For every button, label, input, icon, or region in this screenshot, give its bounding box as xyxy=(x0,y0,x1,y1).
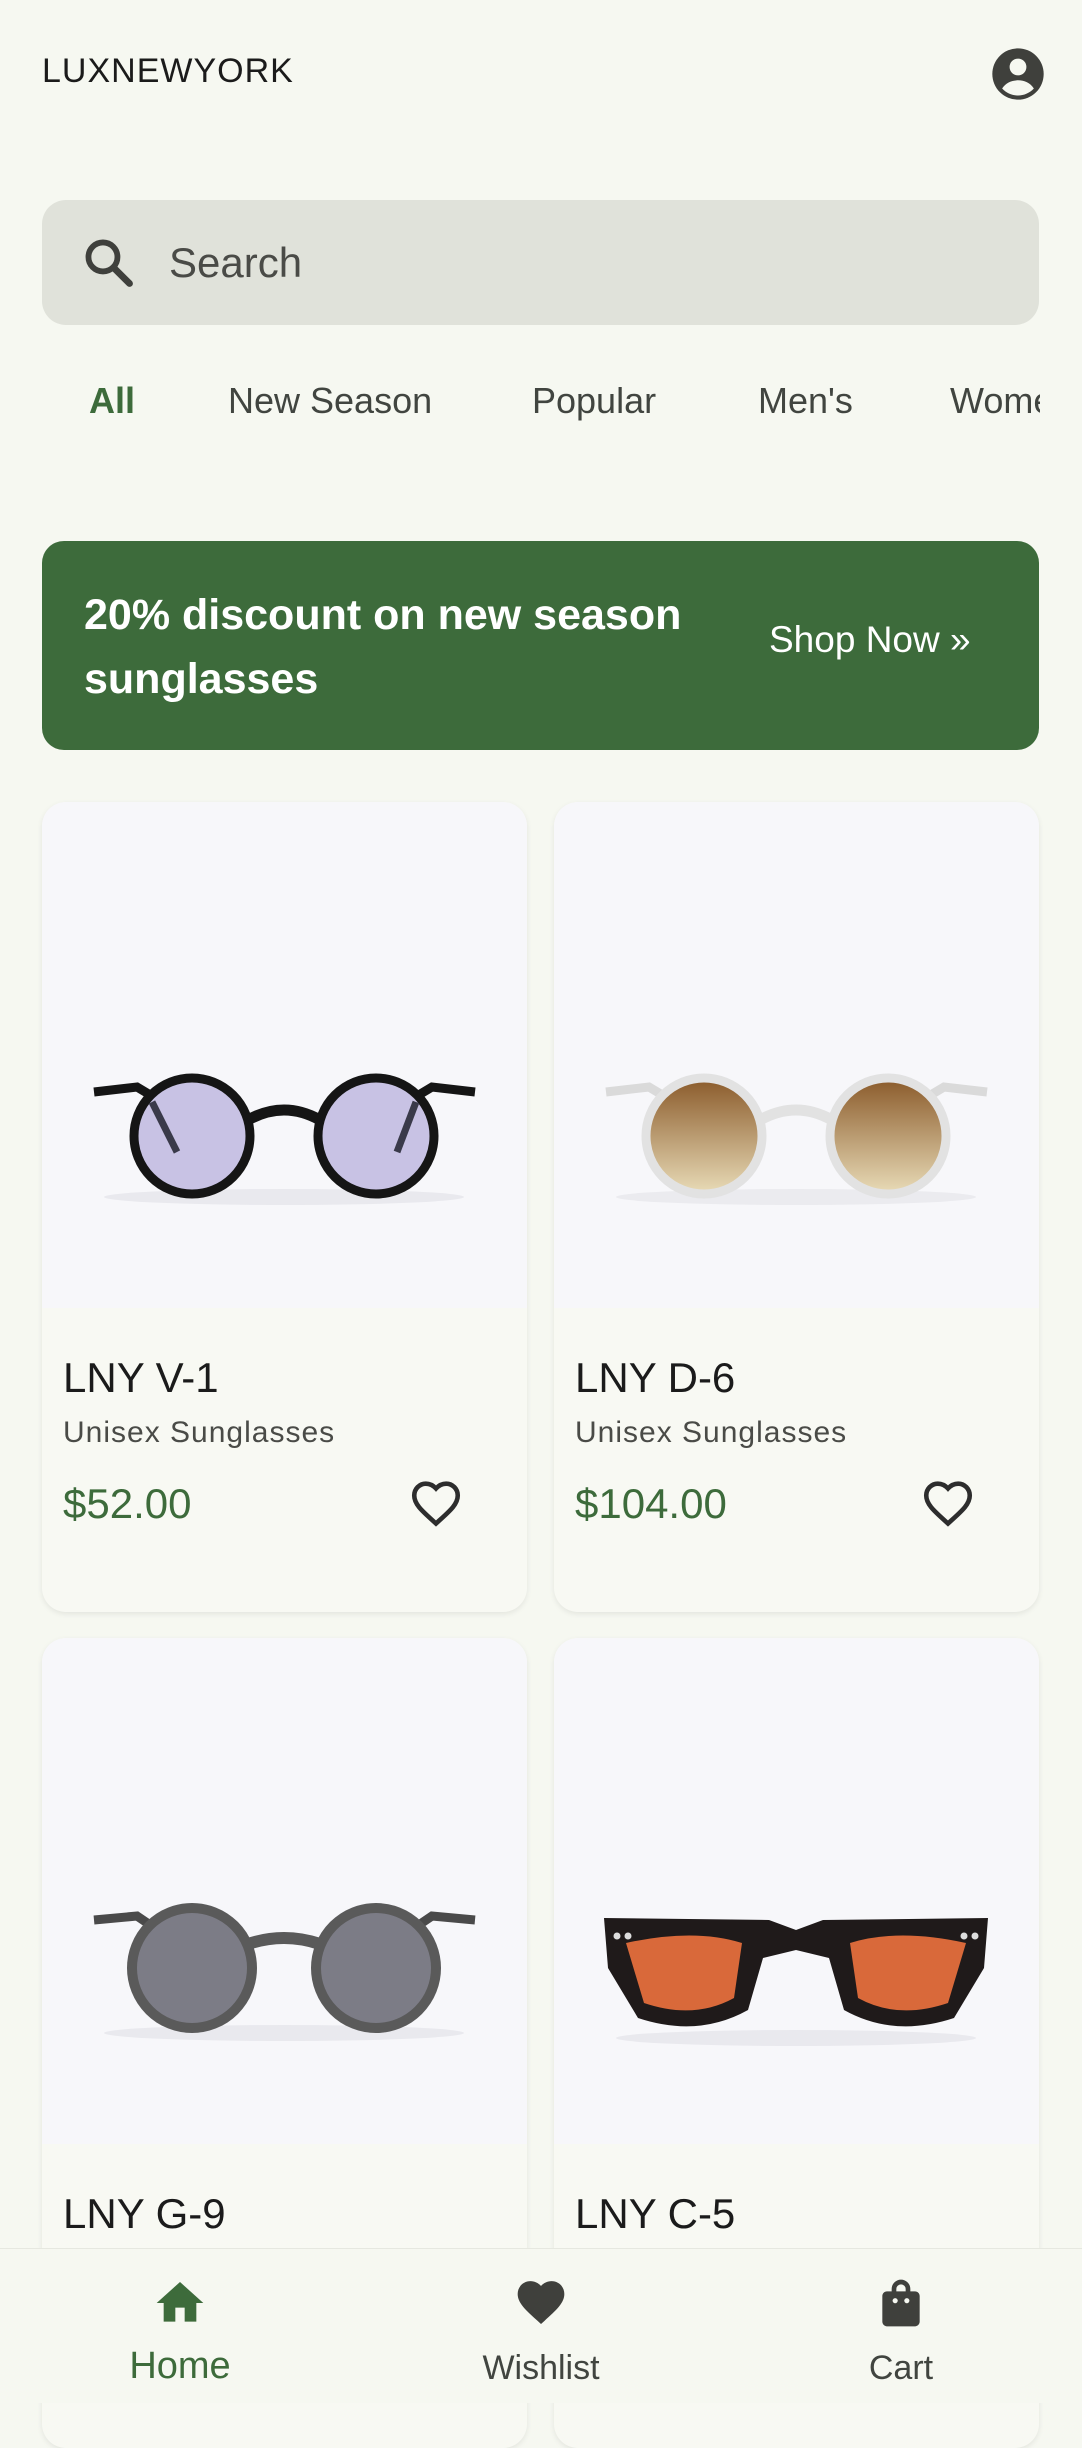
tab-all[interactable]: All xyxy=(89,380,135,422)
product-name: LNY G-9 xyxy=(63,2190,226,2237)
tab-new-season[interactable]: New Season xyxy=(228,380,432,422)
product-name: LNY C-5 xyxy=(575,2190,736,2237)
tab-mens[interactable]: Men's xyxy=(758,380,853,422)
product-subtitle: Unisex Sunglasses xyxy=(63,1416,336,1449)
product-price: $52.00 xyxy=(63,1480,192,1527)
account-icon[interactable] xyxy=(990,46,1046,102)
promo-banner[interactable]: 20% discount on new season sunglasses Sh… xyxy=(42,541,1039,750)
nav-home[interactable]: Home xyxy=(0,2249,360,2403)
heart-outline-icon[interactable] xyxy=(919,1474,977,1532)
search-icon xyxy=(85,239,133,287)
top-app-bar: LUXNEWYORK xyxy=(0,0,1082,150)
search-input[interactable] xyxy=(167,230,991,296)
sunglasses-image xyxy=(604,1918,988,2046)
tab-womens[interactable]: Women's xyxy=(950,380,1040,422)
product-image xyxy=(42,802,527,1308)
nav-cart[interactable]: Cart xyxy=(721,2249,1081,2403)
product-image xyxy=(554,802,1039,1308)
product-image xyxy=(554,1638,1039,2144)
home-icon xyxy=(156,2282,204,2322)
product-card[interactable]: LNY V-1 Unisex Sunglasses $52.00 xyxy=(42,802,527,1612)
product-name: LNY D-6 xyxy=(575,1354,736,1401)
sunglasses-image xyxy=(605,1073,988,1205)
product-image xyxy=(42,1638,527,2144)
heart-icon xyxy=(517,2281,565,2324)
bottom-navigation: Home Wishlist Cart xyxy=(0,2248,1082,2403)
nav-wishlist[interactable]: Wishlist xyxy=(361,2249,721,2403)
product-name: LNY V-1 xyxy=(63,1354,219,1401)
category-tabs: All New Season Popular Men's Women's xyxy=(0,380,1040,450)
promo-message: 20% discount on new season sunglasses xyxy=(84,591,682,703)
product-card[interactable]: LNY D-6 Unisex Sunglasses $104.00 xyxy=(554,802,1039,1612)
search-bar[interactable] xyxy=(42,200,1039,325)
nav-wishlist-label: Wishlist xyxy=(482,2349,600,2387)
product-price: $104.00 xyxy=(575,1480,727,1527)
nav-home-label: Home xyxy=(129,2345,231,2387)
shopping-bag-icon xyxy=(882,2279,920,2327)
shop-now-link[interactable]: Shop Now » xyxy=(769,619,971,661)
sunglasses-image xyxy=(93,1073,476,1205)
sunglasses-image xyxy=(93,1903,476,2041)
product-subtitle: Unisex Sunglasses xyxy=(575,1416,848,1449)
brand-title: LUXNEWYORK xyxy=(42,52,294,90)
tab-popular[interactable]: Popular xyxy=(532,380,656,422)
heart-outline-icon[interactable] xyxy=(407,1474,465,1532)
nav-cart-label: Cart xyxy=(868,2349,934,2387)
